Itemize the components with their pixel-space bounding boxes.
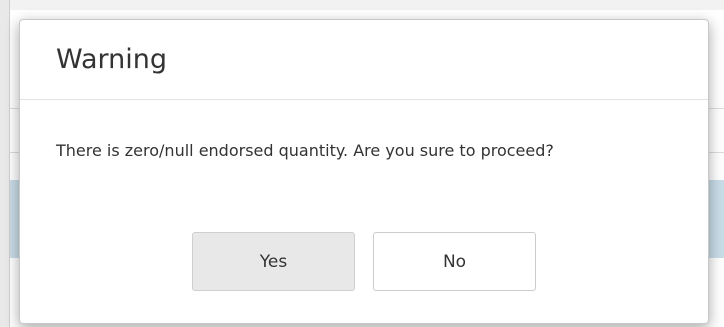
warning-dialog: Warning There is zero/null endorsed quan… (19, 19, 709, 324)
no-button[interactable]: No (373, 232, 536, 291)
dialog-title: Warning (56, 44, 168, 75)
yes-button[interactable]: Yes (192, 232, 355, 291)
dialog-message: There is zero/null endorsed quantity. Ar… (56, 141, 554, 160)
dialog-header: Warning (20, 20, 708, 100)
window-left-edge (0, 0, 10, 327)
dialog-body: There is zero/null endorsed quantity. Ar… (20, 100, 708, 230)
dialog-footer: Yes No (20, 230, 708, 291)
window-top-strip (0, 0, 724, 10)
